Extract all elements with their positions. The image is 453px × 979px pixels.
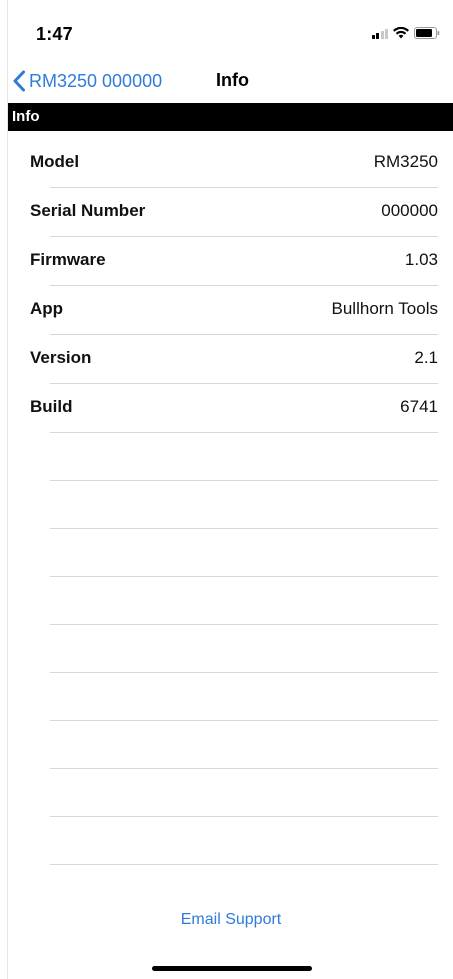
empty-row: [50, 769, 438, 817]
row-value: 1.03: [404, 250, 438, 269]
chevron-left-icon: [13, 70, 25, 92]
navigation-bar: RM3250 000000 Info: [8, 62, 453, 102]
info-table: Model RM3250 Serial Number 000000 Firmwa…: [8, 139, 453, 865]
section-header: Info: [8, 103, 453, 131]
empty-row: [50, 577, 438, 625]
empty-row: [50, 529, 438, 577]
empty-row: [50, 433, 438, 481]
page-title: Info: [216, 70, 249, 90]
row-value: Bullhorn Tools: [331, 299, 438, 318]
back-button[interactable]: RM3250 000000: [12, 67, 162, 95]
status-time: 1:47: [36, 24, 73, 44]
row-label: Serial Number: [30, 201, 146, 220]
info-row-firmware: Firmware 1.03: [30, 237, 438, 286]
empty-row: [50, 481, 438, 529]
email-support-button[interactable]: Email Support: [8, 911, 453, 929]
info-row-version: Version 2.1: [30, 335, 438, 384]
empty-row: [50, 817, 438, 865]
info-row-app: App Bullhorn Tools: [30, 286, 438, 335]
wifi-icon: [393, 27, 409, 39]
info-row-serial-number: Serial Number 000000: [30, 188, 438, 237]
row-label: Model: [30, 152, 80, 171]
home-indicator[interactable]: [152, 966, 312, 971]
empty-row: [50, 673, 438, 721]
row-value: 6741: [400, 397, 438, 416]
battery-icon: [414, 27, 440, 39]
row-label: Firmware: [30, 250, 106, 269]
back-button-label: RM3250 000000: [29, 70, 163, 91]
empty-row: [50, 721, 438, 769]
cellular-signal-icon: [371, 28, 388, 39]
empty-row: [50, 625, 438, 673]
row-value: RM3250: [373, 152, 438, 171]
info-row-build: Build 6741: [30, 384, 438, 433]
row-value: 2.1: [414, 348, 438, 367]
status-bar: 1:47: [8, 0, 453, 62]
row-value: 000000: [381, 201, 438, 220]
row-label: Build: [30, 397, 73, 416]
row-label: App: [30, 299, 64, 318]
info-row-model: Model RM3250: [30, 139, 438, 188]
row-label: Version: [30, 348, 92, 367]
info-screen: 1:47 RM3250 000000 Info Info Model RM325…: [7, 0, 453, 979]
status-icons: [371, 27, 441, 39]
